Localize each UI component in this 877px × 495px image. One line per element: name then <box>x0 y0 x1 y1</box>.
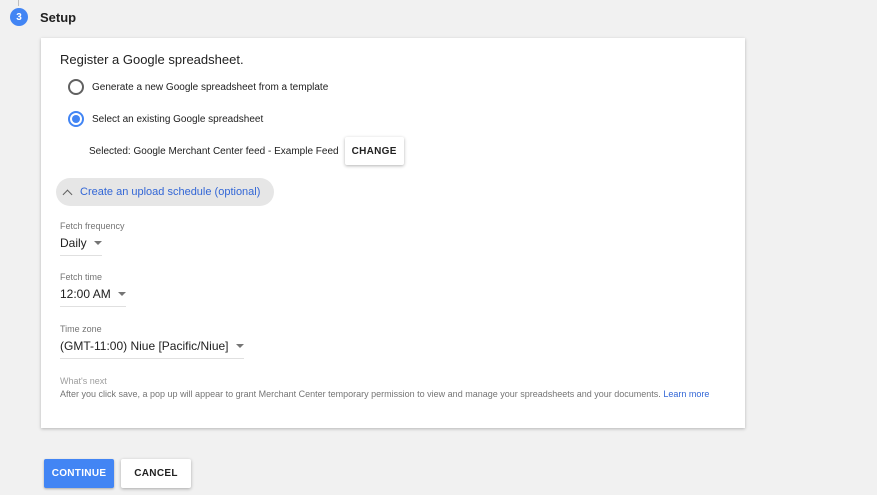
radio-option-existing[interactable]: Select an existing Google spreadsheet <box>68 111 263 127</box>
upload-schedule-label: Create an upload schedule (optional) <box>80 186 261 198</box>
time-zone-value: (GMT-11:00) Niue [Pacific/Niue] <box>60 339 229 353</box>
time-zone-label: Time zone <box>60 324 102 334</box>
fetch-frequency-field: Fetch frequency Daily <box>60 221 125 256</box>
time-zone-select[interactable]: (GMT-11:00) Niue [Pacific/Niue] <box>60 339 244 359</box>
whats-next-text: After you click save, a pop up will appe… <box>60 388 720 400</box>
whats-next-title: What's next <box>60 376 107 386</box>
fetch-time-field: Fetch time 12:00 AM <box>60 272 126 307</box>
selected-spreadsheet-text: Selected: Google Merchant Center feed - … <box>89 145 339 157</box>
page: 3 Setup Register a Google spreadsheet. G… <box>0 0 877 495</box>
fetch-frequency-label: Fetch frequency <box>60 221 125 231</box>
dropdown-arrow-icon <box>93 241 102 245</box>
whats-next-description: After you click save, a pop up will appe… <box>60 389 661 399</box>
radio-label-existing: Select an existing Google spreadsheet <box>92 113 264 125</box>
learn-more-link[interactable]: Learn more <box>663 389 709 399</box>
step-title: Setup <box>40 10 77 25</box>
change-button[interactable]: CHANGE <box>344 137 404 165</box>
radio-option-generate[interactable]: Generate a new Google spreadsheet from a… <box>68 79 328 95</box>
cancel-button[interactable]: CANCEL <box>121 459 191 488</box>
radio-button-generate[interactable] <box>68 79 84 95</box>
whats-next-section: What's next After you click save, a pop … <box>60 376 720 400</box>
dropdown-arrow-icon <box>117 292 126 296</box>
time-zone-field: Time zone (GMT-11:00) Niue [Pacific/Niue… <box>60 324 244 359</box>
radio-label-generate: Generate a new Google spreadsheet from a… <box>92 81 329 93</box>
chevron-up-icon <box>62 189 73 199</box>
fetch-time-value: 12:00 AM <box>60 287 111 301</box>
setup-card: Register a Google spreadsheet. Generate … <box>41 38 745 428</box>
fetch-time-label: Fetch time <box>60 272 103 282</box>
stepper-line <box>18 0 19 6</box>
continue-button[interactable]: CONTINUE <box>44 459 114 488</box>
step-number-badge: 3 <box>10 8 28 26</box>
radio-button-existing[interactable] <box>68 111 84 127</box>
selected-spreadsheet-row: Selected: Google Merchant Center feed - … <box>89 137 404 165</box>
upload-schedule-toggle[interactable]: Create an upload schedule (optional) <box>56 178 274 206</box>
dropdown-arrow-icon <box>235 344 244 348</box>
fetch-frequency-value: Daily <box>60 236 87 250</box>
fetch-frequency-select[interactable]: Daily <box>60 236 102 256</box>
fetch-time-select[interactable]: 12:00 AM <box>60 287 126 307</box>
card-heading: Register a Google spreadsheet. <box>60 52 244 67</box>
